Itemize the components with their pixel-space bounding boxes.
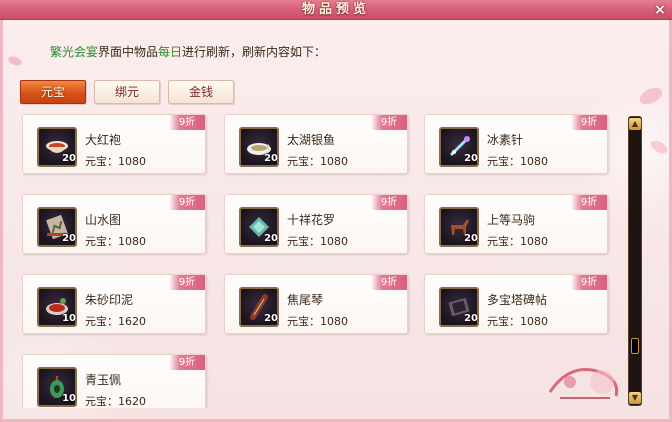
item-name: 十祥花罗 bbox=[287, 213, 336, 227]
intro-daily: 每日 bbox=[158, 45, 183, 59]
item-name: 大红袍 bbox=[85, 133, 122, 147]
item-name: 冰素针 bbox=[487, 133, 524, 147]
close-button[interactable]: × bbox=[652, 2, 668, 18]
item-price: 元宝：1080 bbox=[85, 155, 146, 168]
dialog-title: 物品预览 bbox=[301, 2, 370, 17]
scroll-thumb[interactable] bbox=[631, 338, 639, 355]
item-name: 青玉佩 bbox=[85, 373, 122, 387]
item-price: 元宝：1080 bbox=[287, 315, 348, 328]
item-card[interactable]: 10 朱砂印泥 元宝：1620 9折 bbox=[22, 274, 206, 334]
item-quantity: 10 bbox=[62, 313, 76, 324]
intro-text-part: 进行刷新，刷新内容如下： bbox=[182, 45, 327, 59]
item-card[interactable]: 20 上等马驹 元宝：1080 9折 bbox=[424, 194, 608, 254]
discount-badge: 9折 bbox=[169, 355, 205, 370]
discount-badge: 9折 bbox=[571, 275, 607, 290]
discount-badge: 9折 bbox=[371, 275, 407, 290]
item-price: 元宝：1080 bbox=[287, 235, 348, 248]
tab-gold[interactable]: 金钱 bbox=[168, 80, 234, 104]
item-card[interactable]: 20 山水图 元宝：1080 9折 bbox=[22, 194, 206, 254]
item-name: 山水图 bbox=[85, 213, 122, 227]
item-name: 焦尾琴 bbox=[287, 293, 324, 307]
discount-badge: 9折 bbox=[169, 115, 205, 130]
item-card[interactable]: 20 冰素针 元宝：1080 9折 bbox=[424, 114, 608, 174]
item-price: 元宝：1080 bbox=[487, 235, 548, 248]
discount-badge: 9折 bbox=[371, 195, 407, 210]
discount-badge: 9折 bbox=[571, 115, 607, 130]
item-name: 太湖银鱼 bbox=[287, 133, 336, 147]
scrollbar[interactable]: ▲ ▼ bbox=[628, 116, 642, 406]
tab-bound-yuanbao[interactable]: 绑元 bbox=[94, 80, 160, 104]
discount-badge: 9折 bbox=[371, 115, 407, 130]
item-quantity: 20 bbox=[464, 233, 478, 244]
item-card[interactable]: 20 多宝塔碑帖 元宝：1080 9折 bbox=[424, 274, 608, 334]
item-name: 上等马驹 bbox=[487, 213, 536, 227]
discount-badge: 9折 bbox=[571, 195, 607, 210]
scroll-up-icon[interactable]: ▲ bbox=[629, 118, 641, 130]
item-name: 多宝塔碑帖 bbox=[487, 293, 548, 307]
item-price: 元宝：1080 bbox=[85, 235, 146, 248]
item-quantity: 20 bbox=[62, 233, 76, 244]
item-card[interactable]: 20 大红袍 元宝：1080 9折 bbox=[22, 114, 206, 174]
game-logo-icon bbox=[548, 368, 619, 399]
intro-event-name: 繁光会宴 bbox=[50, 45, 99, 59]
item-price: 元宝：1080 bbox=[487, 315, 548, 328]
item-quantity: 10 bbox=[62, 393, 76, 404]
item-quantity: 20 bbox=[62, 153, 76, 164]
petal-decoration bbox=[639, 87, 663, 105]
item-quantity: 20 bbox=[464, 153, 478, 164]
petal-decoration bbox=[8, 56, 22, 66]
item-name: 朱砂印泥 bbox=[85, 293, 134, 307]
item-price: 元宝：1620 bbox=[85, 395, 146, 408]
item-card[interactable]: 20 焦尾琴 元宝：1080 9折 bbox=[224, 274, 408, 334]
item-card[interactable]: 10 青玉佩 元宝：1620 9折 bbox=[22, 354, 206, 408]
item-quantity: 20 bbox=[264, 233, 278, 244]
intro-text: 繁光会宴界面中物品每日进行刷新，刷新内容如下： bbox=[50, 43, 326, 60]
item-quantity: 20 bbox=[464, 313, 478, 324]
item-card[interactable]: 20 十祥花罗 元宝：1080 9折 bbox=[224, 194, 408, 254]
petal-decoration bbox=[650, 140, 668, 154]
item-quantity: 20 bbox=[264, 153, 278, 164]
discount-badge: 9折 bbox=[169, 275, 205, 290]
item-price: 元宝：1080 bbox=[287, 155, 348, 168]
discount-badge: 9折 bbox=[169, 195, 205, 210]
intro-text-part: 界面中物品 bbox=[98, 45, 159, 59]
tab-yuanbao[interactable]: 元宝 bbox=[20, 80, 86, 104]
item-list: 20 大红袍 元宝：1080 9折 20 太湖银鱼 元宝：1080 9折 20 … bbox=[22, 112, 626, 408]
item-price: 元宝：1620 bbox=[85, 315, 146, 328]
scroll-down-icon[interactable]: ▼ bbox=[629, 392, 641, 404]
item-price: 元宝：1080 bbox=[487, 155, 548, 168]
item-quantity: 20 bbox=[264, 313, 278, 324]
item-card[interactable]: 20 太湖银鱼 元宝：1080 9折 bbox=[224, 114, 408, 174]
